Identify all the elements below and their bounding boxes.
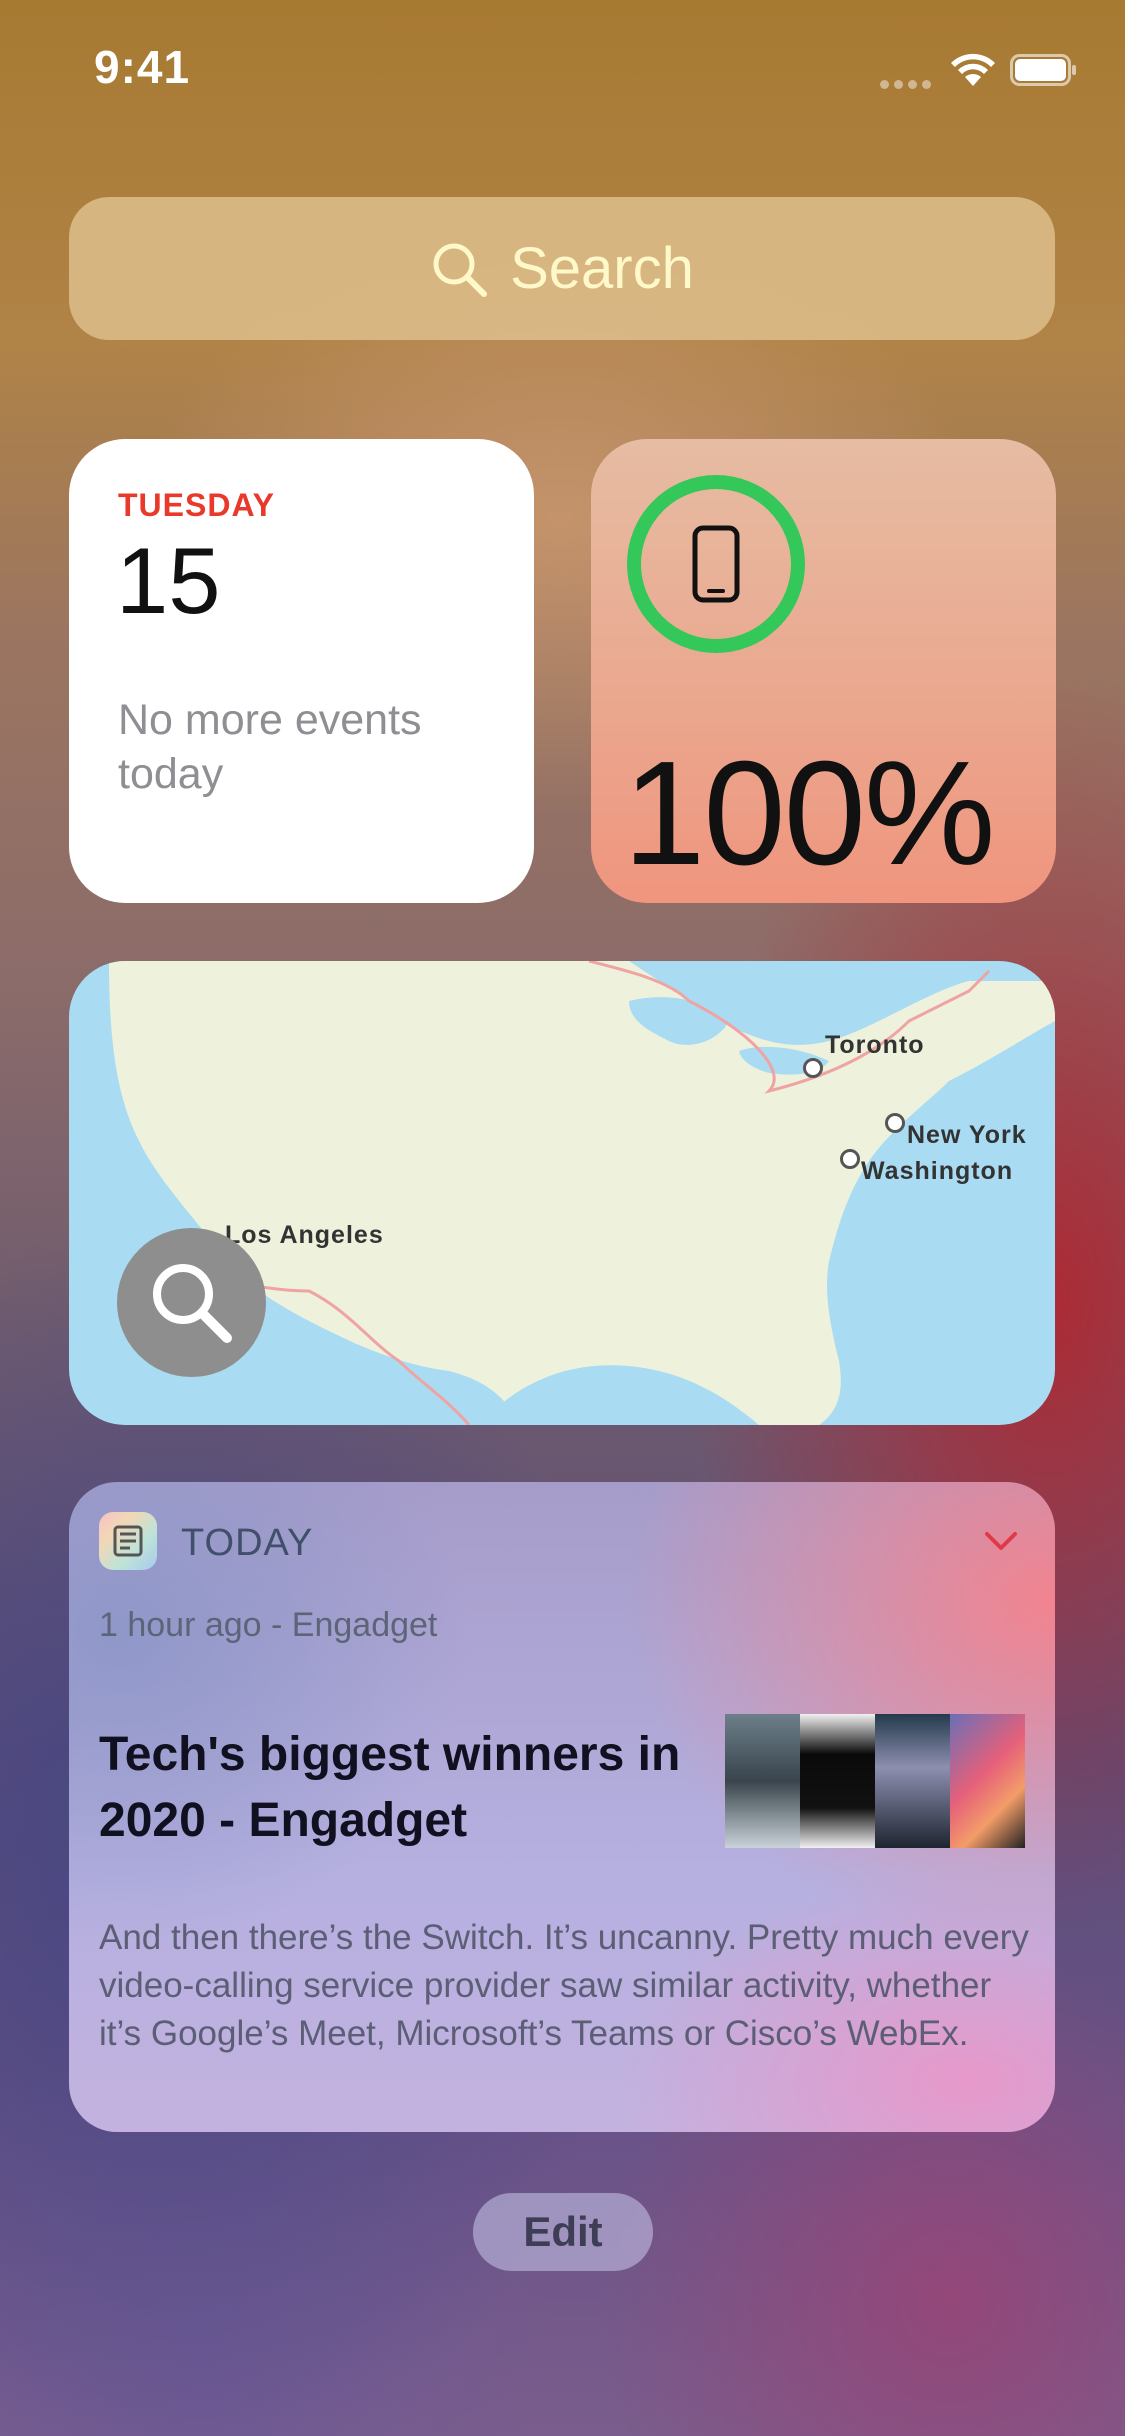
map-widget[interactable]: Toronto New York Washington Los Angeles (69, 961, 1055, 1425)
map-search-button[interactable] (117, 1228, 266, 1377)
search-icon (433, 243, 488, 297)
battery-widget[interactable]: 100% (591, 439, 1056, 903)
search-label: Search (510, 236, 694, 301)
edit-button[interactable]: Edit (473, 2193, 653, 2271)
chevron-down-icon[interactable] (981, 1526, 1021, 1556)
city-dot-washington (840, 1149, 860, 1169)
search-bar[interactable]: Search (69, 197, 1055, 340)
status-bar: 9:41 (0, 0, 1125, 140)
battery-ring (627, 475, 805, 653)
news-icon (99, 1512, 157, 1570)
battery-percent: 100% (623, 731, 996, 896)
calendar-day: TUESDAY (118, 487, 275, 523)
city-label-los-angeles: Los Angeles (225, 1221, 384, 1249)
status-time: 9:41 (94, 41, 191, 93)
news-thumbnail (725, 1714, 1025, 1848)
city-label-washington: Washington (861, 1157, 1014, 1185)
news-widget[interactable]: TODAY 1 hour ago - Engadget Tech's bigge… (69, 1482, 1055, 2132)
calendar-date: 15 (116, 528, 221, 633)
iphone-icon (692, 525, 740, 603)
calendar-message: No more events today (118, 696, 422, 798)
city-label-new-york: New York (907, 1121, 1027, 1149)
signal-icon (880, 76, 936, 94)
news-body: And then there’s the Switch. It’s uncann… (99, 1918, 1029, 2053)
search-icon (153, 1264, 232, 1343)
city-dot-new-york (885, 1113, 905, 1133)
news-app-name: TODAY (181, 1522, 314, 1564)
city-dot-toronto (803, 1058, 823, 1078)
city-label-toronto: Toronto (825, 1031, 925, 1059)
wifi-icon (951, 53, 995, 86)
calendar-widget[interactable]: TUESDAY 15 No more events today (69, 439, 534, 903)
news-headline[interactable]: Tech's biggest winners in 2020 - Engadge… (99, 1722, 719, 1854)
battery-icon (1010, 54, 1076, 86)
news-meta: 1 hour ago - Engadget (99, 1606, 438, 1644)
edit-button-label: Edit (523, 2208, 603, 2255)
